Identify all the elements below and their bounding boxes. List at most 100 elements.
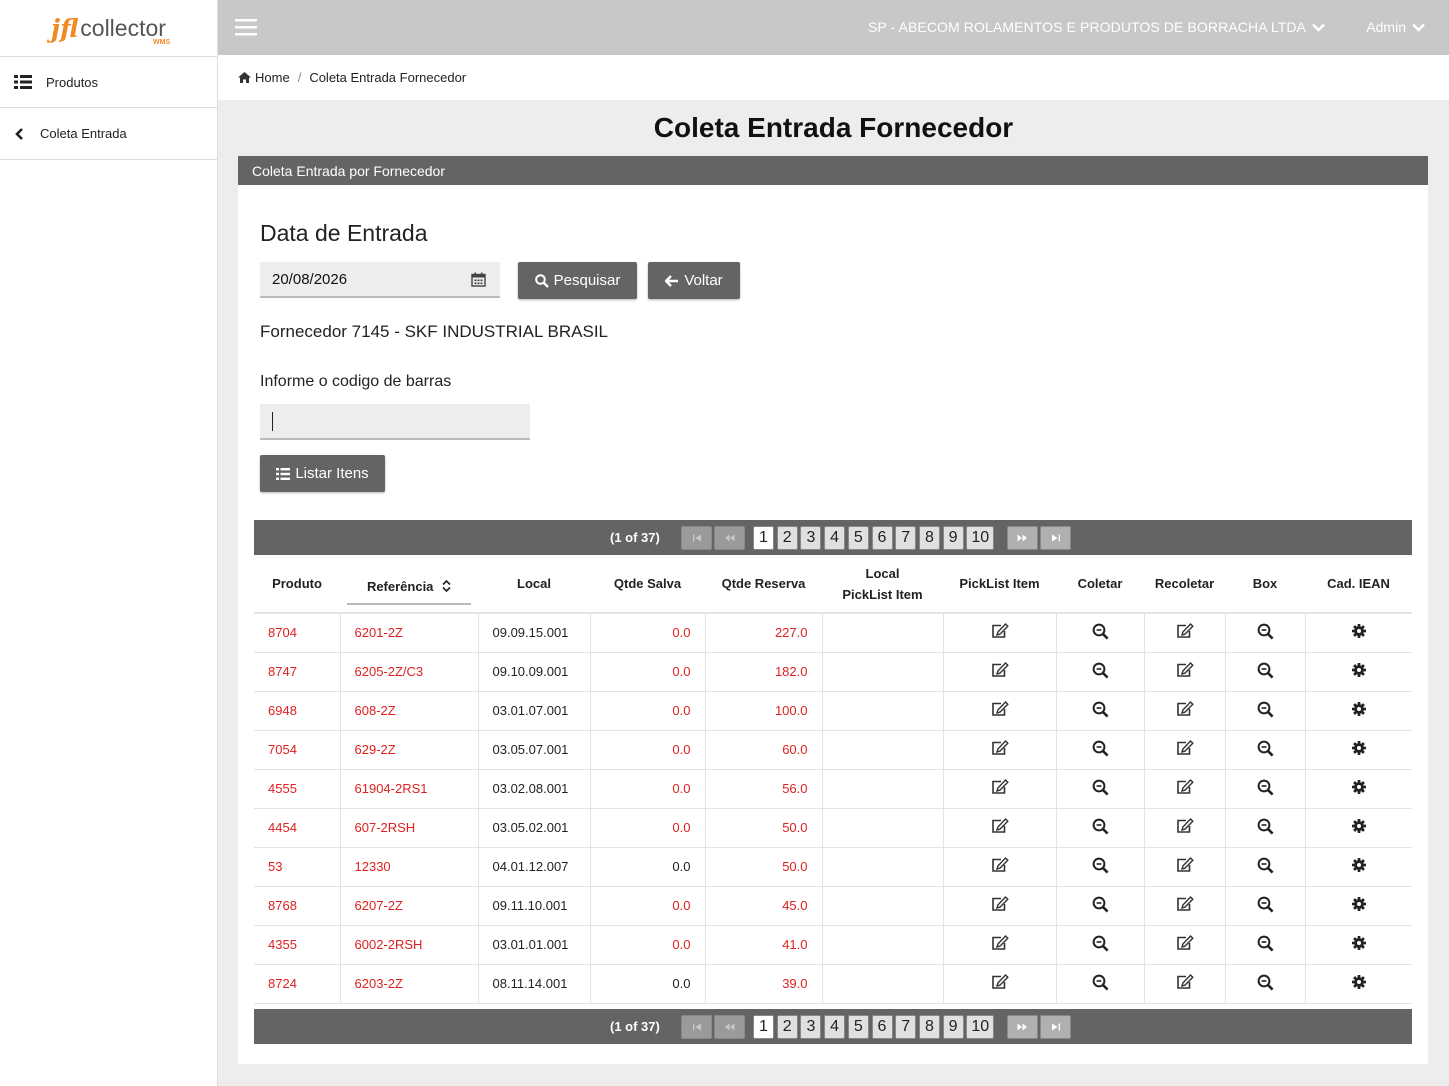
cell-referencia[interactable]: 12330 (340, 847, 479, 887)
table-row[interactable]: 8724 6203-2Z 08.11.14.001 0.0 39.0 (254, 964, 1412, 1004)
page-button-8[interactable]: 8 (918, 1014, 940, 1039)
cell-produto[interactable]: 8724 (254, 964, 341, 1004)
edit-icon[interactable] (1176, 701, 1194, 717)
back-button[interactable]: Voltar (648, 262, 740, 299)
zoom-icon[interactable] (1257, 701, 1274, 718)
sidebar-item-coleta-entrada[interactable]: Coleta Entrada (0, 108, 217, 160)
page-button-4[interactable]: 4 (824, 526, 846, 550)
cell-referencia[interactable]: 6205-2Z/C3 (340, 652, 479, 692)
next-page-button[interactable] (1007, 1014, 1038, 1039)
edit-icon[interactable] (991, 623, 1009, 639)
page-button-6[interactable]: 6 (871, 526, 893, 550)
prev-page-button[interactable] (714, 1014, 745, 1039)
cell-referencia[interactable]: 6201-2Z (340, 613, 479, 653)
col-picklist-item[interactable]: PickList Item (943, 555, 1056, 614)
col-produto[interactable]: Produto (254, 555, 340, 614)
sidebar-item-produtos[interactable]: Produtos (0, 56, 217, 108)
cell-referencia[interactable]: 608-2Z (340, 691, 479, 731)
table-row[interactable]: 4355 6002-2RSH 03.01.01.001 0.0 41.0 (254, 925, 1412, 965)
page-button-1[interactable]: 1 (753, 1014, 774, 1039)
edit-icon[interactable] (1176, 974, 1194, 990)
gear-icon[interactable] (1351, 663, 1366, 677)
page-button-9[interactable]: 9 (942, 526, 964, 550)
cell-referencia[interactable]: 61904-2RS1 (340, 769, 479, 809)
zoom-icon[interactable] (1092, 740, 1109, 757)
gear-icon[interactable] (1351, 858, 1366, 872)
edit-icon[interactable] (991, 818, 1009, 834)
list-items-button[interactable]: Listar Itens (260, 455, 385, 492)
col-qtde-salva[interactable]: Qtde Salva (590, 555, 705, 614)
zoom-icon[interactable] (1257, 818, 1274, 835)
col-local[interactable]: Local (478, 555, 590, 614)
zoom-icon[interactable] (1092, 896, 1109, 913)
edit-icon[interactable] (1176, 896, 1194, 912)
zoom-icon[interactable] (1257, 623, 1274, 640)
zoom-icon[interactable] (1092, 623, 1109, 640)
cell-produto[interactable]: 8747 (254, 652, 341, 692)
gear-icon[interactable] (1351, 624, 1366, 639)
cell-produto[interactable]: 53 (254, 847, 341, 887)
app-logo[interactable]: jfl collector WMS (0, 0, 217, 56)
table-row[interactable]: 8747 6205-2Z/C3 09.10.09.001 0.0 182.0 (254, 652, 1412, 692)
table-row[interactable]: 4454 607-2RSH 03.05.02.001 0.0 50.0 (254, 808, 1412, 848)
edit-icon[interactable] (1176, 740, 1194, 756)
col-recoletar[interactable]: Recoletar (1144, 555, 1225, 614)
cell-produto[interactable]: 8768 (254, 886, 341, 926)
col-qtde-reserva[interactable]: Qtde Reserva (705, 555, 822, 614)
cell-produto[interactable]: 4454 (254, 808, 341, 848)
cell-produto[interactable]: 4355 (254, 925, 341, 965)
col-box[interactable]: Box (1225, 555, 1305, 614)
table-row[interactable]: 7054 629-2Z 03.05.07.001 0.0 60.0 (254, 730, 1412, 770)
zoom-icon[interactable] (1092, 779, 1109, 796)
edit-icon[interactable] (1176, 662, 1194, 678)
col-local-picklist-item[interactable]: Local PickList Item (822, 555, 943, 614)
gear-icon[interactable] (1351, 741, 1366, 755)
col-cad-iean[interactable]: Cad. IEAN (1305, 555, 1412, 614)
zoom-icon[interactable] (1257, 662, 1274, 679)
search-button[interactable]: Pesquisar (518, 262, 637, 299)
table-row[interactable]: 53 12330 04.01.12.007 0.0 50.0 (254, 847, 1412, 887)
zoom-icon[interactable] (1092, 974, 1109, 991)
page-button-3[interactable]: 3 (800, 1014, 822, 1039)
date-input[interactable]: 20/08/2026 (260, 262, 500, 298)
edit-icon[interactable] (991, 662, 1009, 678)
zoom-icon[interactable] (1257, 974, 1274, 991)
zoom-icon[interactable] (1092, 935, 1109, 952)
zoom-icon[interactable] (1257, 857, 1274, 874)
table-row[interactable]: 6948 608-2Z 03.01.07.001 0.0 100.0 (254, 691, 1412, 731)
zoom-icon[interactable] (1092, 818, 1109, 835)
table-row[interactable]: 4555 61904-2RS1 03.02.08.001 0.0 56.0 (254, 769, 1412, 809)
edit-icon[interactable] (1176, 818, 1194, 834)
page-button-7[interactable]: 7 (895, 1014, 917, 1039)
menu-toggle-button[interactable] (235, 19, 257, 41)
breadcrumb-home[interactable]: Home (238, 70, 290, 85)
page-button-10[interactable]: 10 (966, 1014, 995, 1039)
edit-icon[interactable] (1176, 857, 1194, 873)
zoom-icon[interactable] (1257, 935, 1274, 952)
page-button-10[interactable]: 10 (966, 526, 995, 550)
col-referencia[interactable]: Referência (340, 555, 478, 614)
edit-icon[interactable] (991, 779, 1009, 795)
zoom-icon[interactable] (1257, 779, 1274, 796)
cell-referencia[interactable]: 607-2RSH (340, 808, 479, 848)
page-button-7[interactable]: 7 (895, 526, 917, 550)
zoom-icon[interactable] (1092, 662, 1109, 679)
cell-produto[interactable]: 8704 (254, 613, 341, 653)
page-button-5[interactable]: 5 (847, 526, 869, 550)
zoom-icon[interactable] (1092, 701, 1109, 718)
user-menu[interactable]: Admin (1366, 19, 1425, 35)
cell-produto[interactable]: 6948 (254, 691, 341, 731)
page-button-8[interactable]: 8 (918, 526, 940, 550)
calendar-icon[interactable] (471, 272, 486, 287)
last-page-button[interactable] (1040, 526, 1071, 550)
table-row[interactable]: 8704 6201-2Z 09.09.15.001 0.0 227.0 (254, 613, 1412, 653)
zoom-icon[interactable] (1257, 896, 1274, 913)
edit-icon[interactable] (991, 896, 1009, 912)
page-button-2[interactable]: 2 (776, 1014, 798, 1039)
table-row[interactable]: 8768 6207-2Z 09.11.10.001 0.0 45.0 (254, 886, 1412, 926)
page-button-4[interactable]: 4 (824, 1014, 846, 1039)
page-button-2[interactable]: 2 (776, 526, 798, 550)
page-button-1[interactable]: 1 (753, 526, 774, 550)
zoom-icon[interactable] (1092, 857, 1109, 874)
edit-icon[interactable] (991, 701, 1009, 717)
